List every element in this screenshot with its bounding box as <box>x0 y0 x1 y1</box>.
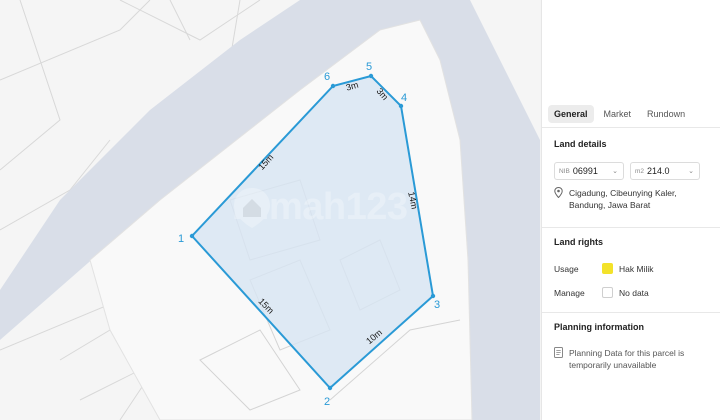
divider <box>542 312 720 313</box>
parcel-vertex-marker[interactable] <box>398 103 404 109</box>
details-panel: General Market Rundown Land details NIB … <box>541 0 720 420</box>
usage-row: Usage Hak Milik <box>554 263 653 274</box>
parcel-vertex-marker[interactable] <box>330 83 336 89</box>
parcel-vertex-marker[interactable] <box>189 233 195 239</box>
planning-title: Planning information <box>554 322 644 332</box>
chevron-down-icon: ⌄ <box>688 168 694 175</box>
manage-label: Manage <box>554 287 585 298</box>
usage-color-swatch <box>602 263 613 274</box>
area-prefix: m2 <box>635 167 645 175</box>
parcel-vertex-label: 4 <box>401 92 407 104</box>
land-details-title: Land details <box>554 139 607 149</box>
house-pin-icon <box>234 188 270 228</box>
parcel-vertex-label: 5 <box>366 61 372 73</box>
chevron-down-icon: ⌄ <box>612 168 618 175</box>
address-row: Cigadung, Cibeunying Kaler, Bandung, Jaw… <box>554 187 709 211</box>
divider <box>542 127 720 128</box>
area-value: 214.0 <box>647 166 670 176</box>
address-text: Cigadung, Cibeunying Kaler, Bandung, Jaw… <box>569 188 677 210</box>
parcel-vertex-marker[interactable] <box>430 293 436 299</box>
tab-rundown[interactable]: Rundown <box>641 105 691 123</box>
divider <box>542 227 720 228</box>
nib-value: 06991 <box>572 166 598 176</box>
manage-value: No data <box>619 287 649 298</box>
usage-value: Hak Milik <box>619 263 654 274</box>
app-root: 1 2 3 4 5 6 15m 10m 14m 3m 3m 15m rumah123 General … <box>0 0 720 420</box>
parcel-vertex-marker[interactable] <box>327 385 333 391</box>
land-rights-title: Land rights <box>554 237 603 247</box>
parcel-vertex-label: 2 <box>324 396 330 408</box>
planning-message: Planning Data for this parcel is tempora… <box>569 348 685 370</box>
planning-row: Planning Data for this parcel is tempora… <box>554 347 709 371</box>
manage-color-swatch <box>602 287 613 298</box>
usage-label: Usage <box>554 263 579 274</box>
manage-row: Manage No data <box>554 287 649 298</box>
tab-general[interactable]: General <box>548 105 594 123</box>
nib-select[interactable]: NIB 06991 ⌄ <box>554 162 624 180</box>
document-icon <box>554 347 563 358</box>
parcel-vertex-label: 6 <box>324 71 330 83</box>
map-view[interactable]: 1 2 3 4 5 6 15m 10m 14m 3m 3m 15m rumah123 <box>0 0 540 420</box>
nib-prefix: NIB <box>559 167 570 175</box>
parcel-vertex-label: 3 <box>434 299 440 311</box>
area-select[interactable]: m2 214.0 ⌄ <box>630 162 700 180</box>
location-pin-icon <box>554 187 563 198</box>
tab-market[interactable]: Market <box>598 105 638 123</box>
tab-bar: General Market Rundown <box>548 105 691 123</box>
watermark: rumah123 <box>232 186 408 229</box>
parcel-vertex-marker[interactable] <box>368 73 374 79</box>
parcel-vertex-label: 1 <box>178 233 184 245</box>
